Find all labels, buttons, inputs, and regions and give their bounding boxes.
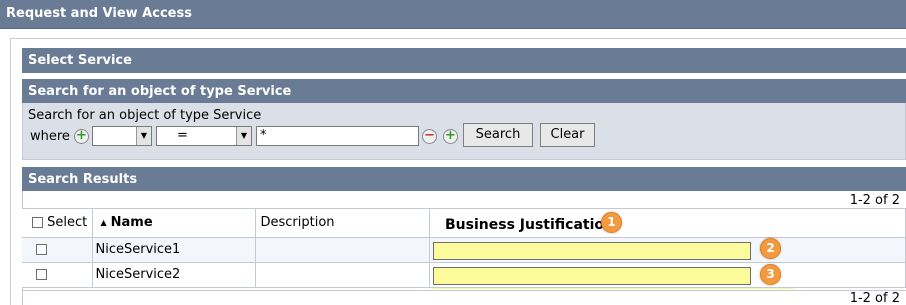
row-name-cell: NiceService1 — [92, 237, 256, 263]
chevron-down-icon: ▼ — [136, 127, 151, 145]
operator-select-value: = — [177, 128, 188, 143]
search-results-header: Search Results — [22, 167, 906, 191]
select-service-header: Select Service — [22, 48, 906, 73]
row-select-cell — [22, 262, 93, 288]
row-description-cell — [255, 237, 430, 263]
row-name-cell: NiceService2 — [92, 262, 256, 288]
justification-column-label: Business Justification — [445, 217, 614, 233]
description-column-label: Description — [260, 215, 335, 231]
sort-up-icon: ▲ — [100, 218, 107, 228]
select-service-title: Select Service — [28, 53, 132, 68]
search-label: Search for an object of type Service — [28, 108, 262, 123]
annotation-badge-1: 1 — [601, 212, 622, 233]
select-column-label: Select — [47, 215, 88, 231]
row-description-cell — [255, 262, 430, 288]
annotation-badge-2: 2 — [760, 238, 781, 259]
clear-button[interactable]: Clear — [540, 123, 595, 147]
annotation-badge-3: 3 — [760, 264, 781, 285]
pager-top: 1-2 of 2 — [22, 193, 906, 209]
justification-input-row1[interactable] — [433, 242, 751, 260]
window-title-bar: Request and View Access — [0, 0, 906, 29]
where-label: where — [30, 129, 70, 144]
description-column-header: Description — [255, 209, 430, 238]
row-name: NiceService1 — [95, 242, 181, 257]
search-section-title: Search for an object of type Service — [28, 84, 292, 99]
search-section-header: Search for an object of type Service — [22, 79, 906, 103]
row-checkbox[interactable] — [36, 244, 47, 255]
name-column-label: Name — [110, 215, 153, 231]
row-select-cell — [22, 237, 93, 263]
remove-condition-icon[interactable]: − — [422, 129, 437, 144]
select-column-header: Select — [22, 209, 93, 238]
page-title: Request and View Access — [6, 6, 192, 21]
add-condition-icon[interactable]: + — [74, 129, 89, 144]
add-condition-icon[interactable]: + — [443, 129, 458, 144]
row-name: NiceService2 — [95, 267, 181, 282]
search-results-title: Search Results — [28, 172, 138, 187]
search-value-input[interactable]: * — [256, 126, 419, 146]
row-checkbox[interactable] — [36, 269, 47, 280]
field-select[interactable]: ▼ — [92, 126, 152, 146]
operator-select[interactable]: = ▼ — [156, 126, 252, 146]
chevron-down-icon: ▼ — [236, 127, 251, 145]
select-all-checkbox[interactable] — [32, 217, 43, 229]
name-column-header[interactable]: ▲ Name — [92, 209, 256, 238]
pager-bottom: 1-2 of 2 — [22, 290, 906, 305]
justification-input-row2[interactable] — [433, 267, 751, 285]
search-button[interactable]: Search — [463, 123, 533, 147]
